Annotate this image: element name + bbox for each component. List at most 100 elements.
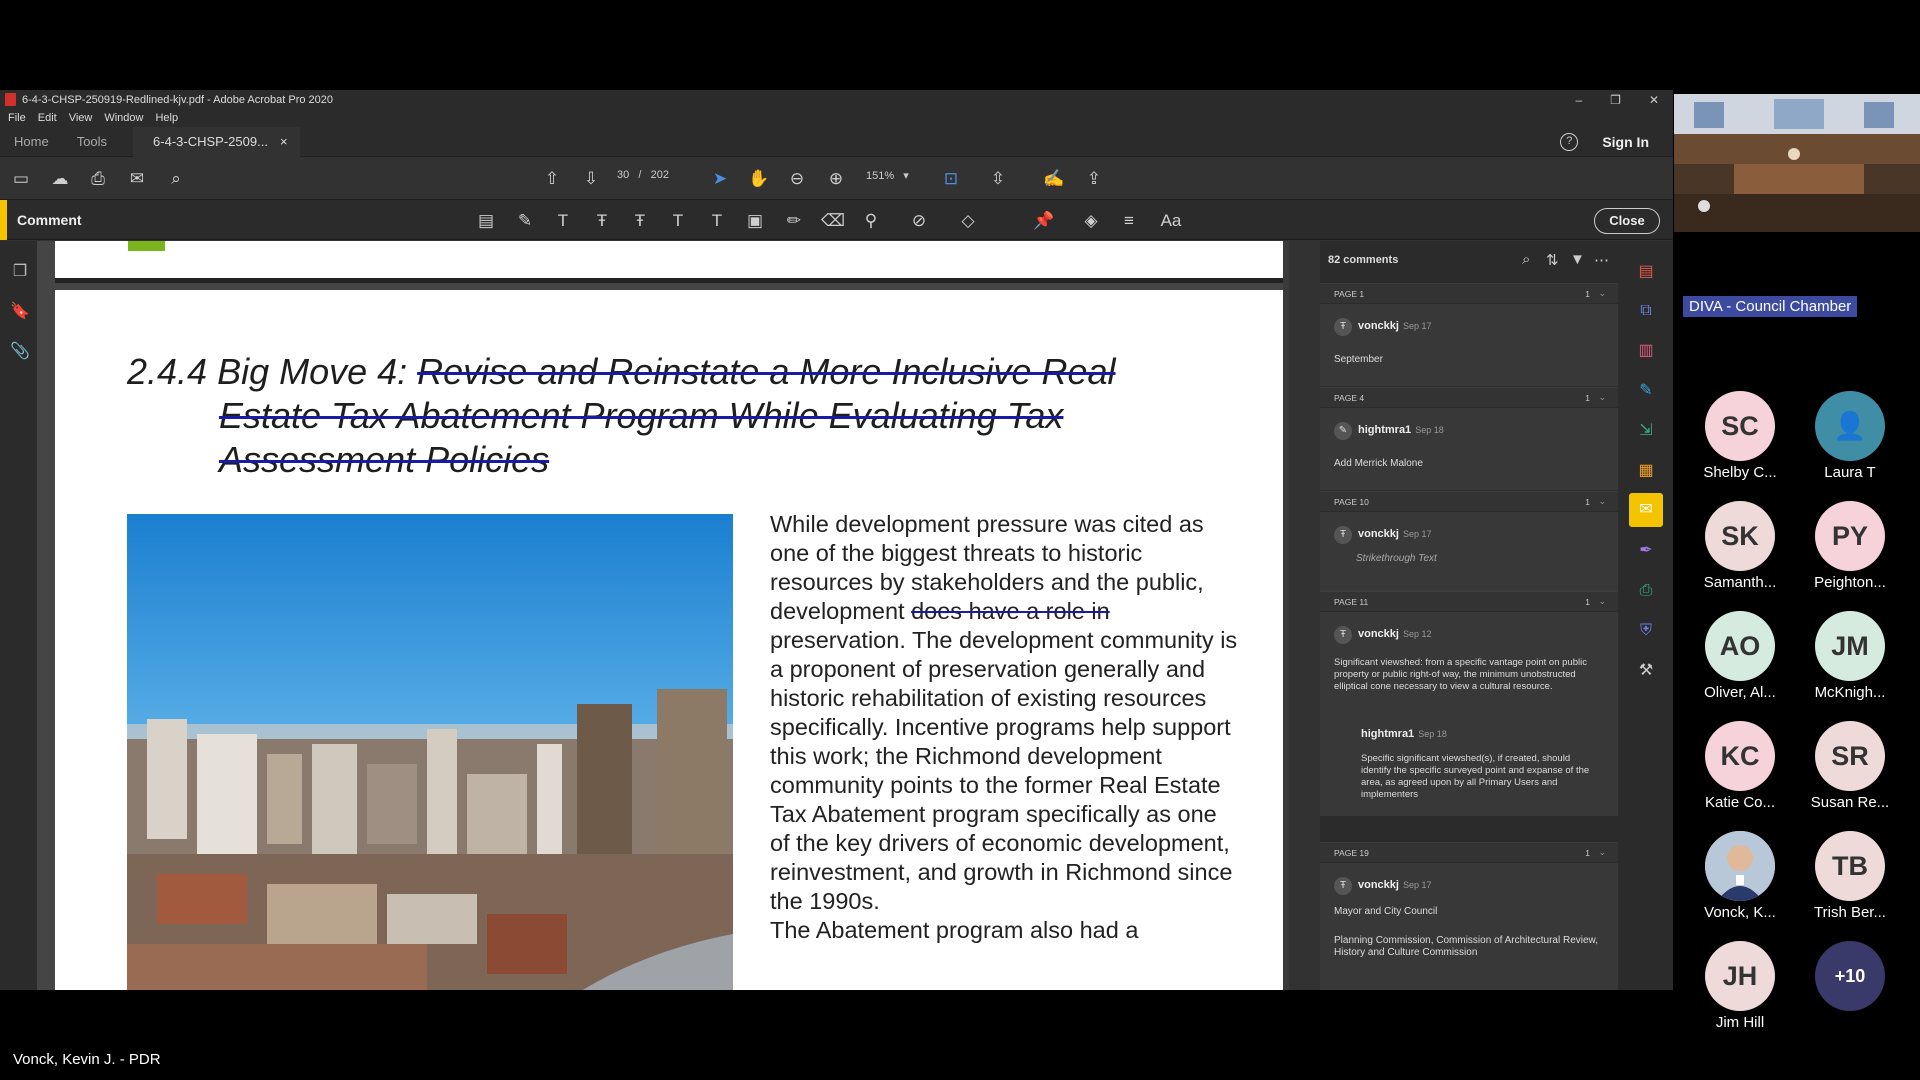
chevron-down-icon[interactable]: ⌄: [1598, 496, 1606, 507]
heading-struck-line-3[interactable]: Assessment Policies: [127, 438, 1227, 482]
print-icon[interactable]: ⎙: [87, 168, 109, 190]
scroll-mode-icon[interactable]: ⇳: [987, 168, 1009, 190]
more-participants-tile[interactable]: +10: [1795, 941, 1905, 1011]
participant-tile[interactable]: SR Susan Re...: [1795, 721, 1905, 811]
select-cursor-icon[interactable]: ➤: [709, 168, 731, 190]
search-comments-icon[interactable]: ⌕: [1522, 251, 1530, 268]
next-page-icon[interactable]: ⇩: [580, 168, 602, 190]
menu-view[interactable]: View: [69, 112, 93, 124]
zoom-out-icon[interactable]: ⊖: [786, 168, 808, 190]
protect-icon[interactable]: ⛨: [1635, 620, 1657, 642]
print-production-icon[interactable]: ⎙: [1635, 580, 1657, 602]
participant-tile[interactable]: JM McKnigh...: [1795, 611, 1905, 701]
comment-page-header[interactable]: PAGE 19 1 ⌄: [1320, 842, 1618, 862]
attachments-icon[interactable]: 📎: [10, 341, 30, 361]
edit-pdf-icon[interactable]: ✎: [1635, 380, 1657, 402]
page-current[interactable]: 30: [617, 169, 629, 181]
export-pdf-icon[interactable]: ⇲: [1635, 420, 1657, 442]
menu-window[interactable]: Window: [104, 112, 143, 124]
page-thumbnails-icon[interactable]: ❐: [10, 261, 30, 281]
document-view[interactable]: 2.4.4 Big Move 4: Revise and Reinstate a…: [37, 241, 1289, 990]
participant-tile[interactable]: JH Jim Hill: [1685, 941, 1795, 1031]
sign-icon[interactable]: ✍: [1043, 168, 1065, 190]
chevron-down-icon[interactable]: ⌄: [1598, 288, 1606, 299]
pin-icon[interactable]: 📌: [1033, 210, 1055, 232]
create-pdf-icon[interactable]: ▤: [1635, 261, 1657, 283]
comment-page-header[interactable]: PAGE 4 1 ⌄: [1320, 387, 1618, 407]
hand-tool-icon[interactable]: ✋: [748, 168, 770, 190]
tab-document[interactable]: 6-4-3-CHSP-2509... ×: [133, 126, 300, 157]
more-options-icon[interactable]: ⋯: [1594, 251, 1609, 269]
zoom-in-icon[interactable]: ⊕: [825, 168, 847, 190]
sticky-note-icon[interactable]: ▤: [475, 210, 497, 232]
page-indicator[interactable]: 30 / 202: [617, 169, 669, 181]
heading-struck-line-1[interactable]: Revise and Reinstate a More Inclusive Re…: [417, 351, 1115, 392]
organize-pages-icon[interactable]: ▥: [1635, 340, 1657, 362]
close-comment-button[interactable]: Close: [1594, 208, 1660, 234]
insert-text-icon[interactable]: T: [667, 210, 689, 232]
filter-icon[interactable]: ▼: [1570, 251, 1585, 268]
highlight-icon[interactable]: ✎: [514, 210, 536, 232]
participant-tile[interactable]: Vonck, K...: [1685, 831, 1795, 921]
zoom-level-select[interactable]: 151% ▾: [866, 169, 909, 182]
participant-tile[interactable]: KC Katie Co...: [1685, 721, 1795, 811]
participant-tile[interactable]: SC Shelby C...: [1685, 391, 1795, 481]
underline-text-icon[interactable]: T: [552, 210, 574, 232]
fill-sign-icon[interactable]: ✒: [1635, 540, 1657, 562]
replace-text-icon[interactable]: Ŧ: [629, 210, 651, 232]
attach-icon[interactable]: ⊘: [908, 210, 930, 232]
stamp-icon[interactable]: ⚲: [860, 210, 882, 232]
comment-page-header[interactable]: PAGE 11 1 ⌄: [1320, 591, 1618, 611]
comment-card[interactable]: Ŧ vonckkj Sep 17 Mayor and City Council P…: [1320, 863, 1618, 990]
fit-page-icon[interactable]: ⊡: [940, 168, 962, 190]
tab-home[interactable]: Home: [0, 127, 63, 157]
sign-in-button[interactable]: Sign In: [1602, 134, 1649, 150]
text-box-icon[interactable]: ▣: [744, 210, 766, 232]
comment-card[interactable]: Ŧ vonckkj Sep 17 September: [1320, 304, 1618, 386]
email-icon[interactable]: ✉: [126, 168, 148, 190]
comment-card[interactable]: Ŧ vonckkj Sep 12 Significant viewshed: fr…: [1320, 612, 1618, 816]
menu-help[interactable]: Help: [155, 112, 178, 124]
participant-tile[interactable]: 👤 Laura T: [1795, 391, 1905, 481]
strikethrough-text-icon[interactable]: Ŧ: [591, 210, 613, 232]
previous-page-icon[interactable]: ⇧: [541, 168, 563, 190]
upload-cloud-icon[interactable]: ☁: [49, 168, 71, 190]
menu-file[interactable]: File: [8, 112, 26, 124]
chevron-down-icon[interactable]: ⌄: [1598, 596, 1606, 607]
pdf-page[interactable]: 2.4.4 Big Move 4: Revise and Reinstate a…: [55, 290, 1285, 990]
tab-tools[interactable]: Tools: [63, 127, 121, 157]
comment-page-header[interactable]: PAGE 1 1 ⌄: [1320, 283, 1618, 303]
scan-ocr-icon[interactable]: ▦: [1635, 460, 1657, 482]
sort-icon[interactable]: ⇅: [1546, 251, 1559, 269]
bookmarks-icon[interactable]: 🔖: [10, 301, 30, 321]
chevron-down-icon[interactable]: ⌄: [1598, 847, 1606, 858]
combine-files-icon[interactable]: ⧉: [1635, 300, 1657, 322]
comment-card[interactable]: ✎ hightmra1 Sep 18 Add Merrick Malone: [1320, 408, 1618, 490]
save-icon[interactable]: ▭: [10, 168, 32, 190]
help-icon[interactable]: ?: [1560, 133, 1579, 151]
chevron-down-icon[interactable]: ⌄: [1598, 392, 1606, 403]
share-icon[interactable]: ⇪: [1083, 168, 1105, 190]
close-window-button[interactable]: ✕: [1649, 93, 1659, 107]
comment-page-header[interactable]: PAGE 10 1 ⌄: [1320, 491, 1618, 511]
heading-struck-line-2[interactable]: Estate Tax Abatement Program While Evalu…: [127, 394, 1227, 438]
participant-tile[interactable]: PY Peighton...: [1795, 501, 1905, 591]
comment-tool-icon[interactable]: ✉: [1629, 493, 1663, 527]
more-tools-icon[interactable]: ⚒: [1635, 660, 1657, 682]
add-text-icon[interactable]: T: [706, 210, 728, 232]
participant-tile[interactable]: SK Samanth...: [1685, 501, 1795, 591]
tab-close-icon[interactable]: ×: [280, 127, 288, 157]
pencil-icon[interactable]: ✏: [783, 210, 805, 232]
participant-tile[interactable]: TB Trish Ber...: [1795, 831, 1905, 921]
menu-edit[interactable]: Edit: [38, 112, 57, 124]
shapes-icon[interactable]: ◇: [957, 210, 979, 232]
fill-color-icon[interactable]: ◈: [1080, 210, 1102, 232]
font-icon[interactable]: Aa: [1157, 210, 1185, 232]
council-chamber-video[interactable]: [1674, 94, 1920, 232]
comment-card[interactable]: Ŧ vonckkj Sep 17 Strikethrough Text: [1320, 512, 1618, 592]
eraser-icon[interactable]: ⌫: [821, 210, 845, 232]
search-icon[interactable]: ⌕: [165, 168, 187, 190]
line-weight-icon[interactable]: ≡: [1118, 210, 1140, 232]
deleted-text[interactable]: does have a role in: [911, 598, 1110, 624]
document-scrollbar[interactable]: [1283, 241, 1289, 990]
